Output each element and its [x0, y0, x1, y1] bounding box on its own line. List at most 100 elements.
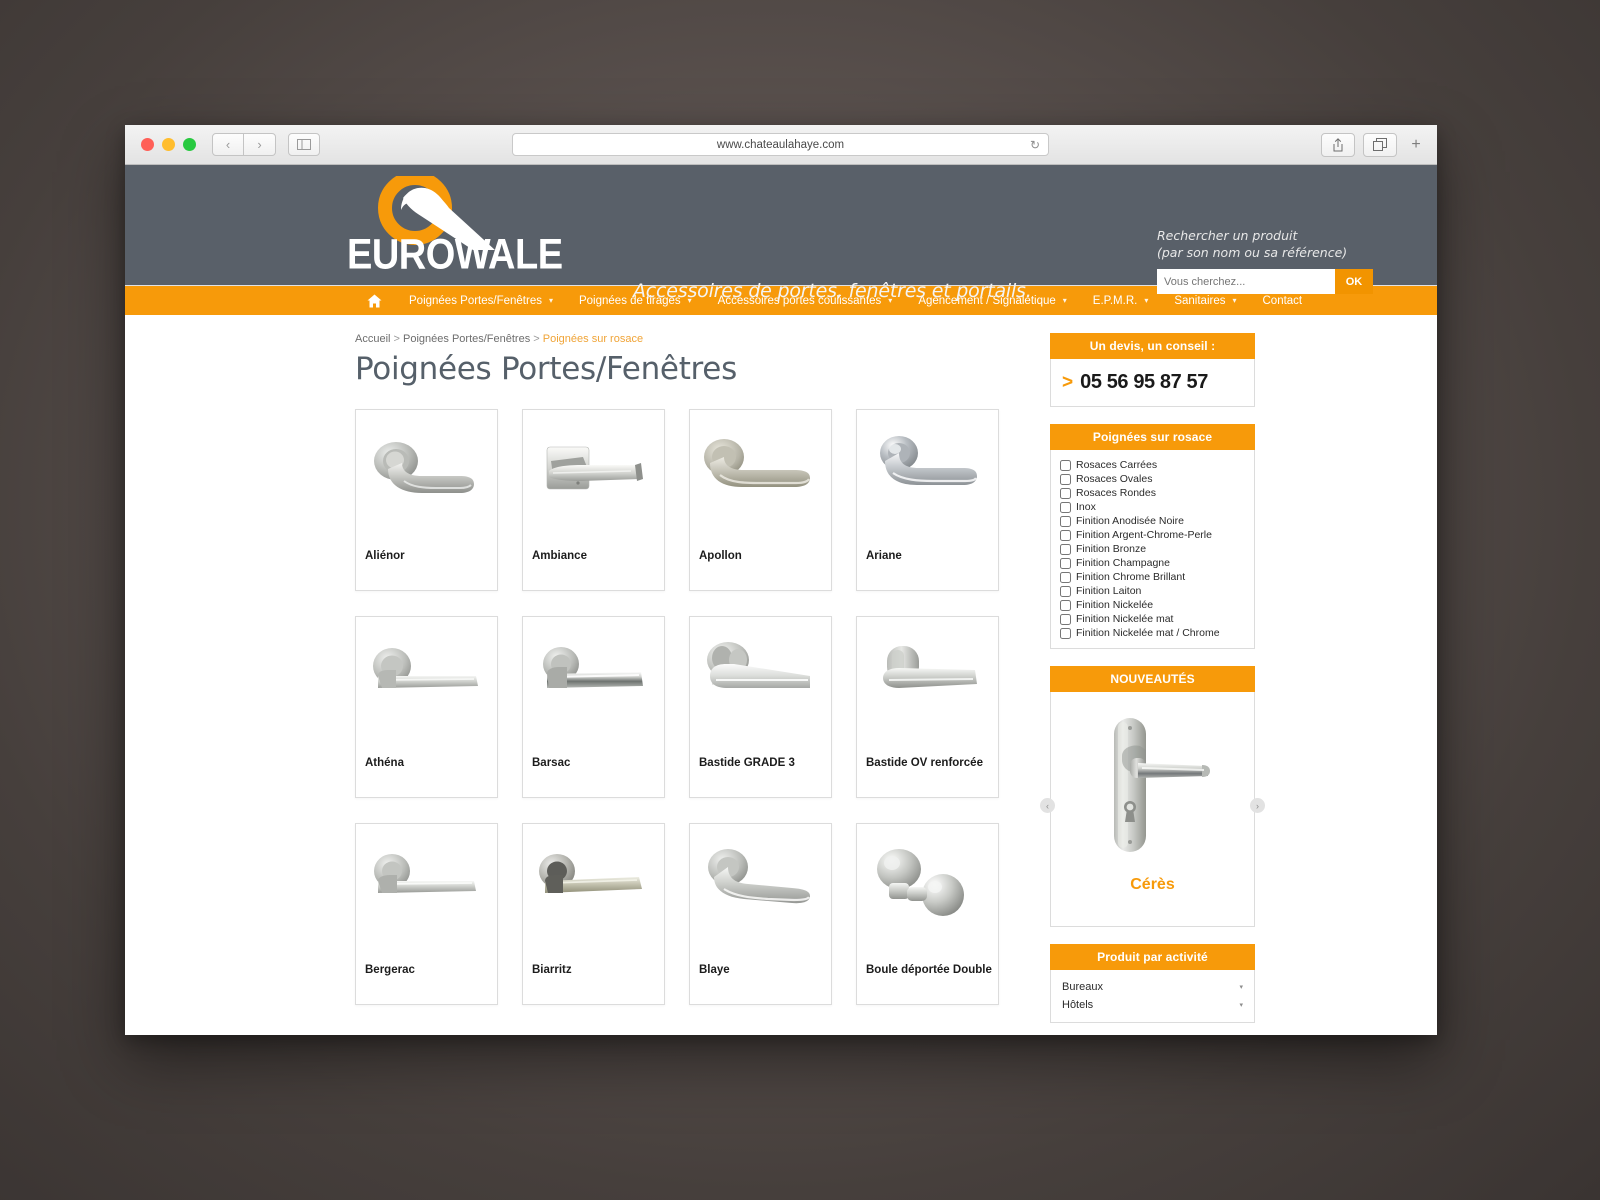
filter-inox[interactable]: Inox	[1060, 500, 1245, 514]
search-label-line1: Rechercher un produit	[1157, 228, 1298, 243]
new-tab-button[interactable]: +	[1405, 136, 1427, 154]
filter-checkbox[interactable]	[1060, 487, 1071, 499]
filter-checkbox[interactable]	[1060, 459, 1071, 471]
product-name: Ambiance	[532, 550, 587, 562]
filter-checkbox[interactable]	[1060, 543, 1071, 555]
site-tagline: Accessoires de portes, fenêtres et porta…	[633, 280, 1032, 302]
share-icon[interactable]	[1321, 132, 1355, 157]
filter-rosaces-rondes[interactable]: Rosaces Rondes	[1060, 486, 1245, 500]
product-card[interactable]: Blaye	[689, 823, 832, 1005]
filter-label: Finition Nickelée mat	[1076, 613, 1174, 625]
filter-finition-champagne[interactable]: Finition Champagne	[1060, 556, 1245, 570]
toolbar-right-actions: +	[1321, 132, 1427, 157]
product-image	[857, 824, 998, 954]
widget-nouveautes-title: NOUVEAUTÉS	[1050, 666, 1255, 692]
nav-item-sanitaires[interactable]: Sanitaires ▾	[1161, 295, 1249, 307]
filter-finition-bronze[interactable]: Finition Bronze	[1060, 542, 1245, 556]
widget-filters-title: Poignées sur rosace	[1050, 424, 1255, 450]
nav-item-contact[interactable]: Contact	[1250, 295, 1316, 307]
product-card[interactable]: Bastide OV renforcée	[856, 616, 999, 798]
filter-rosaces-carrees[interactable]: Rosaces Carrées	[1060, 458, 1245, 472]
carousel-next-icon[interactable]: ›	[1250, 798, 1265, 813]
product-card[interactable]: Bastide GRADE 3	[689, 616, 832, 798]
minimize-window-button[interactable]	[162, 138, 175, 151]
product-card[interactable]: Barsac	[522, 616, 665, 798]
product-card[interactable]: Ariane	[856, 409, 999, 591]
maximize-window-button[interactable]	[183, 138, 196, 151]
page-title: Poignées Portes/Fenêtres	[355, 351, 737, 387]
product-card[interactable]: Boule déportée Double	[856, 823, 999, 1005]
product-card[interactable]: Apollon	[689, 409, 832, 591]
product-card[interactable]: Aliénor	[355, 409, 498, 591]
widget-produit-par-activite: Produit par activité Bureaux ▾ Hôtels ▾	[1050, 944, 1255, 1023]
filter-checkbox[interactable]	[1060, 571, 1071, 583]
breadcrumb-home[interactable]: Accueil	[355, 333, 390, 345]
filter-finition-chrome-brillant[interactable]: Finition Chrome Brillant	[1060, 570, 1245, 584]
back-button[interactable]: ‹	[212, 133, 244, 156]
address-bar[interactable]: www.chateaulahaye.com ↻	[512, 133, 1049, 156]
widget-filters-body: Rosaces Carrées Rosaces Ovales Rosaces R…	[1050, 450, 1255, 649]
filter-label: Rosaces Rondes	[1076, 487, 1156, 499]
filter-label: Finition Laiton	[1076, 585, 1142, 597]
nav-label: Sanitaires	[1174, 294, 1226, 307]
search-input[interactable]	[1157, 269, 1335, 294]
filter-rosaces-ovales[interactable]: Rosaces Ovales	[1060, 472, 1245, 486]
product-image	[690, 617, 831, 747]
filter-checkbox[interactable]	[1060, 627, 1071, 639]
product-name: Bastide GRADE 3	[699, 757, 795, 769]
forward-button[interactable]: ›	[244, 133, 276, 156]
widget-filters: Poignées sur rosace Rosaces Carrées Rosa…	[1050, 424, 1255, 649]
filter-checkbox[interactable]	[1060, 585, 1071, 597]
product-image	[857, 617, 998, 747]
filter-label: Inox	[1076, 501, 1096, 513]
filter-finition-anodisee-noire[interactable]: Finition Anodisée Noire	[1060, 514, 1245, 528]
close-window-button[interactable]	[141, 138, 154, 151]
activite-option-hotels[interactable]: Hôtels ▾	[1060, 996, 1245, 1014]
product-image	[857, 410, 998, 540]
site-logo[interactable]: EUROWALE	[347, 171, 563, 281]
logo-wordmark: EUROWALE	[347, 231, 563, 279]
filter-finition-nickelee[interactable]: Finition Nickelée	[1060, 598, 1245, 612]
phone-number[interactable]: 05 56 95 87 57	[1080, 371, 1208, 394]
product-image	[356, 410, 497, 540]
carousel-product-name: Cérès	[1130, 876, 1175, 893]
filter-checkbox[interactable]	[1060, 613, 1071, 625]
filter-checkbox[interactable]	[1060, 529, 1071, 541]
search-submit-button[interactable]: OK	[1335, 269, 1373, 294]
tabs-overview-icon[interactable]	[1363, 132, 1397, 157]
filter-finition-nickelee-mat-chrome[interactable]: Finition Nickelée mat / Chrome	[1060, 626, 1245, 640]
product-card[interactable]: Bergerac	[355, 823, 498, 1005]
filter-checkbox[interactable]	[1060, 473, 1071, 485]
filter-finition-argent-chrome-perle[interactable]: Finition Argent-Chrome-Perle	[1060, 528, 1245, 542]
filter-checkbox[interactable]	[1060, 557, 1071, 569]
breadcrumb: Accueil > Poignées Portes/Fenêtres > Poi…	[355, 333, 1020, 345]
carousel-product-image	[1088, 710, 1218, 860]
nav-item-home[interactable]	[357, 294, 396, 308]
product-name: Bastide OV renforcée	[866, 757, 983, 769]
site-header: EUROWALE Accessoires de portes, fenêtres…	[125, 165, 1437, 302]
chevron-down-icon: ▾	[888, 296, 893, 305]
product-card[interactable]: Athéna	[355, 616, 498, 798]
sidebar-toggle-icon[interactable]	[288, 133, 320, 156]
filter-label: Finition Anodisée Noire	[1076, 515, 1184, 527]
filter-finition-laiton[interactable]: Finition Laiton	[1060, 584, 1245, 598]
chevron-down-icon: ▾	[1239, 1002, 1243, 1009]
filter-checkbox[interactable]	[1060, 515, 1071, 527]
product-name: Biarritz	[532, 964, 572, 976]
filter-finition-nickelee-mat[interactable]: Finition Nickelée mat	[1060, 612, 1245, 626]
browser-window: ‹ › www.chateaulahaye.com ↻ + EUROWALE A…	[125, 125, 1437, 1035]
breadcrumb-level2[interactable]: Poignées Portes/Fenêtres	[403, 333, 530, 345]
home-icon	[367, 294, 382, 308]
reload-icon[interactable]: ↻	[1030, 138, 1040, 152]
product-card[interactable]: Ambiance	[522, 409, 665, 591]
product-card[interactable]: Biarritz	[522, 823, 665, 1005]
activite-option-bureaux[interactable]: Bureaux ▾	[1060, 978, 1245, 996]
filter-checkbox[interactable]	[1060, 599, 1071, 611]
url-text: www.chateaulahaye.com	[716, 138, 845, 151]
filter-checkbox[interactable]	[1060, 501, 1071, 513]
carousel-prev-icon[interactable]: ‹	[1040, 798, 1055, 813]
nav-item-epmr[interactable]: E.P.M.R. ▾	[1080, 295, 1162, 307]
nav-item-poignees-portes-fenetres[interactable]: Poignées Portes/Fenêtres ▾	[396, 295, 566, 307]
product-name: Bergerac	[365, 964, 415, 976]
chevron-right-icon: >	[1062, 372, 1074, 393]
